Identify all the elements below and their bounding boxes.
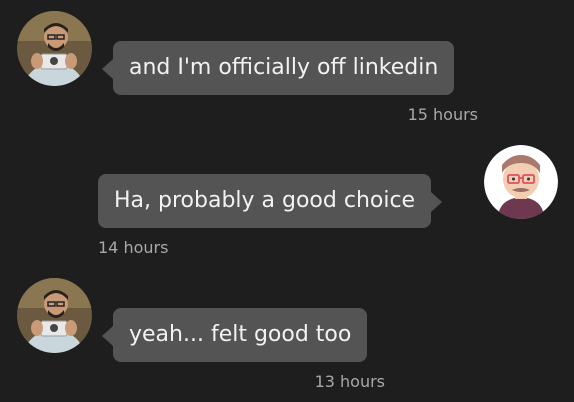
message-timestamp: 15 hours bbox=[407, 105, 478, 124]
chat-thread: and I'm officially off linkedin 15 hours… bbox=[0, 0, 574, 402]
user-avatar-icon[interactable] bbox=[484, 145, 558, 219]
message-timestamp: 13 hours bbox=[314, 372, 385, 391]
message-timestamp: 14 hours bbox=[98, 238, 169, 257]
contact-avatar-icon[interactable] bbox=[17, 11, 92, 86]
message-bubble-outgoing[interactable]: Ha, probably a good choice bbox=[98, 174, 443, 228]
message-bubble-incoming[interactable]: yeah... felt good too bbox=[101, 308, 368, 362]
contact-avatar-icon[interactable] bbox=[17, 278, 92, 353]
message-text: yeah... felt good too bbox=[129, 322, 352, 347]
message-text: and I'm officially off linkedin bbox=[129, 55, 439, 80]
message-bubble-incoming[interactable]: and I'm officially off linkedin bbox=[101, 41, 455, 95]
message-text: Ha, probably a good choice bbox=[114, 188, 416, 213]
